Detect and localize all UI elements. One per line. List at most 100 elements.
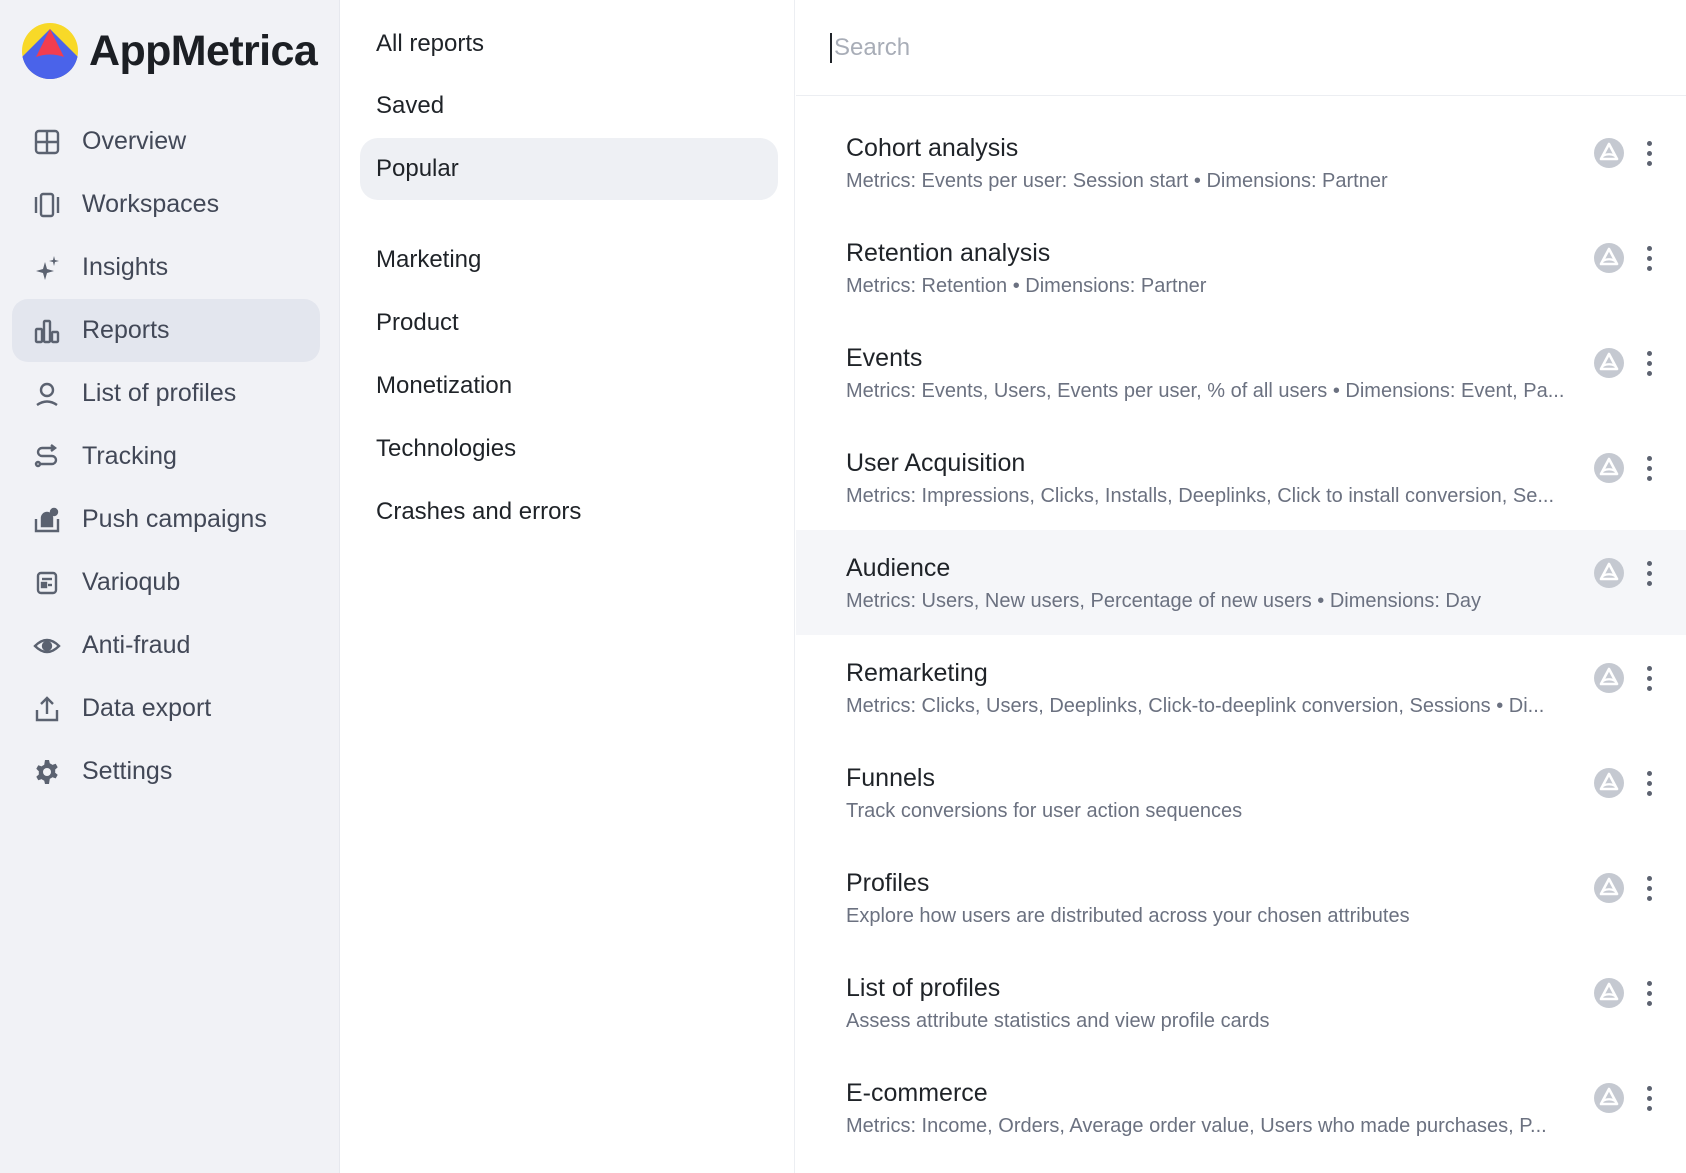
report-row[interactable]: User Acquisition Metrics: Impressions, Cl… bbox=[796, 425, 1686, 530]
report-title[interactable]: Cohort analysis bbox=[846, 134, 1018, 163]
report-row[interactable]: Funnels Track conversions for user action… bbox=[796, 740, 1686, 845]
nav-item-workspaces[interactable]: Workspaces bbox=[12, 173, 320, 236]
more-vertical-icon[interactable] bbox=[1636, 449, 1662, 487]
nav-item-list-of-profiles[interactable]: List of profiles bbox=[12, 362, 320, 425]
report-title[interactable]: Remarketing bbox=[846, 659, 988, 688]
appmetrica-badge-icon bbox=[1593, 767, 1625, 799]
nav-item-settings[interactable]: Settings bbox=[12, 740, 320, 803]
more-vertical-icon[interactable] bbox=[1636, 239, 1662, 277]
category-all-reports[interactable]: All reports bbox=[360, 13, 778, 75]
report-title[interactable]: Funnels bbox=[846, 764, 935, 793]
push-bell-icon bbox=[32, 505, 62, 535]
more-vertical-icon[interactable] bbox=[1636, 764, 1662, 802]
appmetrica-badge-icon bbox=[1593, 137, 1625, 169]
report-row[interactable]: Cohort analysis Metrics: Events per user:… bbox=[796, 110, 1686, 215]
appmetrica-badge-icon bbox=[1593, 1082, 1625, 1114]
more-vertical-icon[interactable] bbox=[1636, 869, 1662, 907]
nav-item-data-export[interactable]: Data export bbox=[12, 677, 320, 740]
upload-icon bbox=[32, 694, 62, 724]
report-row[interactable]: Retention analysis Metrics: Retention • D… bbox=[796, 215, 1686, 320]
appmetrica-badge-icon bbox=[1593, 872, 1625, 904]
nav-label: Tracking bbox=[82, 442, 177, 470]
nav-label: Anti-fraud bbox=[82, 631, 191, 659]
bar-chart-icon bbox=[32, 316, 62, 346]
nav-label: Workspaces bbox=[82, 190, 220, 218]
report-title[interactable]: Retention analysis bbox=[846, 239, 1050, 268]
grid-icon bbox=[32, 127, 62, 157]
report-title[interactable]: User Acquisition bbox=[846, 449, 1025, 478]
report-list: Cohort analysis Metrics: Events per user:… bbox=[796, 110, 1686, 1160]
appmetrica-logo-icon bbox=[22, 23, 78, 79]
experiment-icon bbox=[32, 568, 62, 598]
nav-label: Insights bbox=[82, 253, 169, 281]
appmetrica-badge-icon bbox=[1593, 977, 1625, 1009]
person-icon bbox=[32, 379, 62, 409]
nav-item-push-campaigns[interactable]: Push campaigns bbox=[12, 488, 320, 551]
nav-label: Data export bbox=[82, 694, 212, 722]
report-row[interactable]: List of profiles Assess attribute statist… bbox=[796, 950, 1686, 1055]
report-description: Metrics: Clicks, Users, Deeplinks, Click… bbox=[846, 695, 1545, 717]
gear-icon bbox=[32, 757, 62, 787]
report-description: Metrics: Impressions, Clicks, Installs, … bbox=[846, 485, 1554, 507]
category-crashes-and-errors[interactable]: Crashes and errors bbox=[360, 481, 778, 543]
report-row[interactable]: Audience Metrics: Users, New users, Perce… bbox=[796, 530, 1686, 635]
appmetrica-badge-icon bbox=[1593, 557, 1625, 589]
more-vertical-icon[interactable] bbox=[1636, 659, 1662, 697]
report-title[interactable]: List of profiles bbox=[846, 974, 1000, 1003]
nav-label: Push campaigns bbox=[82, 505, 267, 533]
category-marketing[interactable]: Marketing bbox=[360, 229, 778, 291]
text-caret bbox=[830, 32, 832, 63]
main-nav: Overview Workspaces Insights Reports Lis… bbox=[12, 110, 320, 803]
nav-item-reports[interactable]: Reports bbox=[12, 299, 320, 362]
app-name: AppMetrica bbox=[89, 26, 318, 75]
report-row[interactable]: Remarketing Metrics: Clicks, Users, Deepl… bbox=[796, 635, 1686, 740]
more-vertical-icon[interactable] bbox=[1636, 344, 1662, 382]
nav-label: List of profiles bbox=[82, 379, 237, 407]
search-bar bbox=[796, 0, 1686, 96]
report-description: Explore how users are distributed across… bbox=[846, 905, 1410, 927]
report-description: Metrics: Users, New users, Percentage of… bbox=[846, 590, 1481, 612]
category-technologies[interactable]: Technologies bbox=[360, 418, 778, 480]
nav-label: Reports bbox=[82, 316, 170, 344]
report-title[interactable]: Profiles bbox=[846, 869, 929, 898]
report-title[interactable]: Audience bbox=[846, 554, 950, 583]
report-row[interactable]: E-commerce Metrics: Income, Orders, Avera… bbox=[796, 1055, 1686, 1160]
report-title[interactable]: E-commerce bbox=[846, 1079, 988, 1108]
category-product[interactable]: Product bbox=[360, 292, 778, 354]
appmetrica-badge-icon bbox=[1593, 452, 1625, 484]
category-monetization[interactable]: Monetization bbox=[360, 355, 778, 417]
more-vertical-icon[interactable] bbox=[1636, 974, 1662, 1012]
report-panel: Cohort analysis Metrics: Events per user:… bbox=[796, 0, 1686, 1173]
report-row[interactable]: Profiles Explore how users are distribute… bbox=[796, 845, 1686, 950]
nav-item-varioqub[interactable]: Varioqub bbox=[12, 551, 320, 614]
nav-item-insights[interactable]: Insights bbox=[12, 236, 320, 299]
more-vertical-icon[interactable] bbox=[1636, 134, 1662, 172]
report-title[interactable]: Events bbox=[846, 344, 922, 373]
nav-label: Settings bbox=[82, 757, 173, 785]
workspaces-icon bbox=[32, 190, 62, 220]
appmetrica-badge-icon bbox=[1593, 242, 1625, 274]
appmetrica-badge-icon bbox=[1593, 347, 1625, 379]
nav-label: Varioqub bbox=[82, 568, 181, 596]
nav-item-anti-fraud[interactable]: Anti-fraud bbox=[12, 614, 320, 677]
category-saved[interactable]: Saved bbox=[360, 75, 778, 137]
category-popular[interactable]: Popular bbox=[360, 138, 778, 200]
report-description: Track conversions for user action sequen… bbox=[846, 800, 1243, 822]
sidebar: AppMetrica Overview Workspaces Insights … bbox=[0, 0, 340, 1173]
sparkles-icon bbox=[32, 253, 62, 283]
report-description: Metrics: Retention • Dimensions: Partner bbox=[846, 275, 1207, 297]
report-categories: All reports Saved Popular Marketing Prod… bbox=[340, 0, 795, 1173]
report-description: Metrics: Events per user: Session start … bbox=[846, 170, 1388, 192]
report-description: Assess attribute statistics and view pro… bbox=[846, 1010, 1270, 1032]
appmetrica-badge-icon bbox=[1593, 662, 1625, 694]
app-logo[interactable]: AppMetrica bbox=[22, 22, 318, 80]
search-input[interactable] bbox=[834, 33, 1594, 62]
more-vertical-icon[interactable] bbox=[1636, 554, 1662, 592]
report-description: Metrics: Income, Orders, Average order v… bbox=[846, 1115, 1547, 1137]
report-description: Metrics: Events, Users, Events per user,… bbox=[846, 380, 1565, 402]
nav-item-tracking[interactable]: Tracking bbox=[12, 425, 320, 488]
nav-item-overview[interactable]: Overview bbox=[12, 110, 320, 173]
more-vertical-icon[interactable] bbox=[1636, 1079, 1662, 1117]
report-row[interactable]: Events Metrics: Events, Users, Events per… bbox=[796, 320, 1686, 425]
route-icon bbox=[32, 442, 62, 472]
